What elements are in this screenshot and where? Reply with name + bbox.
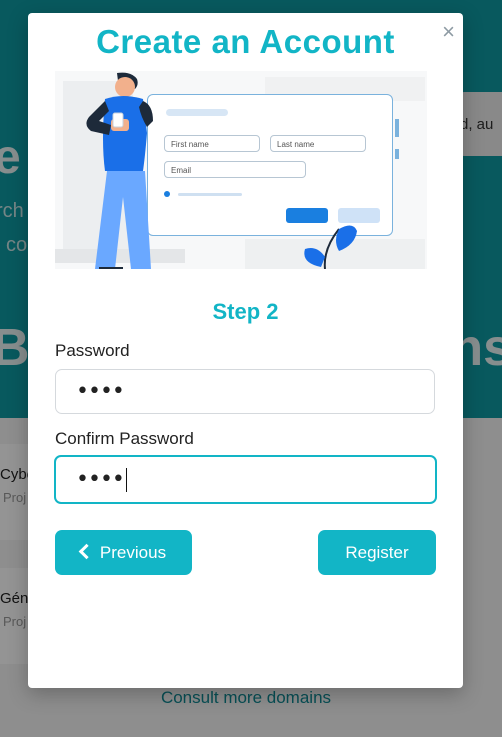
modal-title: Create an Account [96,23,395,60]
person-illustration-icon [86,72,153,269]
confirm-password-input[interactable]: •••• [54,455,437,504]
illustration-email-field: Email [164,161,306,178]
illustration-accent [395,119,399,137]
illustration-accent [395,149,399,159]
illustration-form-window: First name Last name Email [147,94,393,236]
plant-illustration-icon [304,225,357,269]
create-account-modal: × Create an Account First name Last name… [28,13,463,688]
illustration-last-name-field: Last name [270,135,366,152]
step-indicator: Step 2 [212,299,279,324]
text-caret [125,468,127,492]
password-label: Password [55,341,130,360]
confirm-password-label: Confirm Password [55,429,194,448]
illustration-text-line [178,193,242,196]
password-value: •••• [76,379,125,404]
password-input[interactable]: •••• [55,369,435,414]
signup-illustration: First name Last name Email [55,71,427,269]
previous-button[interactable]: Previous [55,530,192,575]
register-button[interactable]: Register [318,530,436,575]
illustration-header-bar [166,109,228,116]
illustration-first-name-field: First name [164,135,260,152]
previous-button-label: Previous [99,543,167,562]
chevron-left-icon [78,543,95,560]
confirm-password-value: •••• [76,467,125,492]
register-button-label: Register [345,543,409,562]
